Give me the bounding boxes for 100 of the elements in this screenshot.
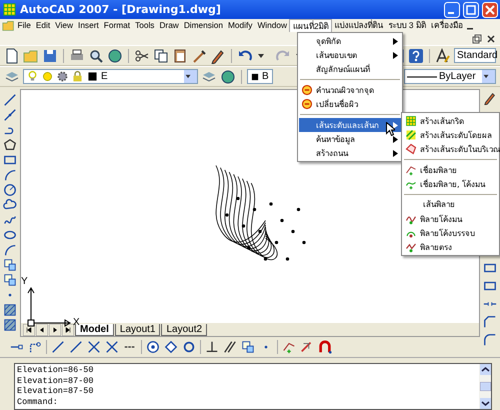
app-icon <box>2 2 17 17</box>
perpendicular-snap-icon[interactable] <box>205 340 219 354</box>
menu-item[interactable]: Draw <box>156 19 182 32</box>
menu-item[interactable]: Format <box>101 19 133 32</box>
sun-icon <box>41 70 54 83</box>
menu-item[interactable]: View <box>52 19 76 32</box>
linetype-dropdown[interactable]: ByLayer <box>404 69 496 84</box>
layout-tab[interactable]: Layout2 <box>161 324 208 336</box>
arc-icon[interactable] <box>3 168 17 182</box>
magnet-snap-icon[interactable] <box>318 340 332 354</box>
color-swatch-icon <box>86 70 99 83</box>
text-style-dropdown[interactable]: Standard <box>454 48 496 63</box>
menu-item[interactable]: Modify <box>226 19 255 32</box>
mouse-pointer-icon <box>386 122 395 136</box>
command-line: Elevation=87-50 <box>17 386 95 396</box>
copy-icon[interactable] <box>153 48 169 64</box>
endpoint-snap-icon[interactable] <box>51 340 65 354</box>
parallel-snap-icon[interactable] <box>223 340 237 354</box>
scroll-up-icon[interactable] <box>480 364 490 375</box>
menu-item[interactable]: เชื่อมพิลาย, โค้งมน <box>403 177 498 191</box>
snap-from-snap-icon[interactable] <box>28 340 42 354</box>
menu-item[interactable]: จุดพิกัด <box>299 34 401 48</box>
menu-item[interactable]: สัญลักษณ์แผนที่ <box>299 62 401 76</box>
lock-icon <box>71 70 84 83</box>
menu-item[interactable]: พิลายโค้งบรรจบ <box>403 226 498 240</box>
fillet-icon[interactable] <box>483 333 497 347</box>
menu-item[interactable]: ระบบ 3 มิติ <box>386 19 428 32</box>
chamfer-icon[interactable] <box>483 315 497 329</box>
command-line: Elevation=86-50 <box>17 365 95 376</box>
menu-item[interactable]: สร้างเส้นระดับในบริเวณ <box>403 142 498 156</box>
close-icon[interactable] <box>486 34 496 44</box>
box-icon[interactable] <box>483 279 497 293</box>
pen-icon[interactable] <box>210 48 226 64</box>
circle-icon[interactable] <box>3 183 17 197</box>
color-dropdown[interactable]: B <box>247 69 273 84</box>
layout-tab[interactable]: Model <box>75 324 114 336</box>
box-icon[interactable] <box>483 261 497 275</box>
publish-icon[interactable] <box>107 48 123 64</box>
menu-item[interactable]: พิลายโค้งมน <box>403 212 498 226</box>
polygon-icon[interactable] <box>3 138 17 152</box>
midpoint-snap-icon[interactable] <box>69 340 83 354</box>
layout-tab[interactable]: Layout1 <box>114 324 160 336</box>
undo-icon[interactable] <box>237 48 253 64</box>
ellipse-arc-icon[interactable] <box>3 243 17 257</box>
line-icon[interactable] <box>3 93 17 107</box>
restore-icon[interactable] <box>472 34 482 44</box>
menu-item[interactable]: Dimension <box>181 19 226 32</box>
new-file-icon[interactable] <box>4 48 20 64</box>
menu-item[interactable]: เครื่องมือ <box>428 19 466 32</box>
last-tab-button[interactable] <box>62 324 74 336</box>
minimize-button[interactable] <box>444 2 460 18</box>
menu-item[interactable]: คำนวณผิวจากจุด <box>299 83 401 97</box>
layer-state-icon[interactable] <box>220 68 236 84</box>
text-style-icon[interactable] <box>435 48 451 64</box>
cut-icon[interactable] <box>134 48 150 64</box>
nearest-snap-icon[interactable] <box>282 340 296 354</box>
menu-item[interactable]: เชื่อมพิลาย <box>403 163 498 177</box>
make-block-icon[interactable] <box>3 273 17 287</box>
menu-item[interactable]: ค้นหาข้อมูล <box>299 132 401 146</box>
menu-item[interactable]: Tools <box>132 19 157 32</box>
tangent-snap-icon[interactable] <box>182 340 196 354</box>
insert-block-icon[interactable] <box>3 258 17 272</box>
menu-item[interactable]: Edit <box>33 19 53 32</box>
quadrant-snap-icon[interactable] <box>164 340 178 354</box>
paste-icon[interactable] <box>172 48 188 64</box>
maximize-button[interactable] <box>463 2 479 18</box>
print-preview-icon[interactable] <box>88 48 104 64</box>
layer-dropdown[interactable]: E <box>23 69 198 84</box>
ellipse-icon[interactable] <box>3 228 17 242</box>
menu-item[interactable]: Window <box>254 19 290 32</box>
help-icon[interactable] <box>408 48 424 64</box>
menu-item[interactable]: แผนที่2มิติ <box>289 19 332 32</box>
menu-item[interactable]: เส้นขอบเขต <box>299 48 401 62</box>
center-snap-icon[interactable] <box>146 340 160 354</box>
rectangle-icon[interactable] <box>3 153 17 167</box>
insert-snap-icon[interactable] <box>241 340 255 354</box>
menu-item[interactable]: สร้างเส้นกริด <box>403 114 498 128</box>
scroll-thumb-icon[interactable] <box>480 382 490 391</box>
intersection-snap-icon[interactable] <box>87 340 101 354</box>
menu-item[interactable]: Insert <box>76 19 102 32</box>
hatch-icon[interactable] <box>3 303 17 317</box>
next-tab-button[interactable] <box>49 324 61 336</box>
menu-item[interactable]: พิลายตรง <box>403 240 498 254</box>
scroll-down-icon[interactable] <box>480 398 490 409</box>
menu-item[interactable]: แบ่งแปลงที่ดิน <box>332 19 386 32</box>
menu-item[interactable]: เปลี่ยนชื่อผิว <box>299 97 401 111</box>
save-icon[interactable] <box>42 48 58 64</box>
apparent-intersection-snap-icon[interactable] <box>105 340 119 354</box>
close-button[interactable] <box>482 2 498 18</box>
cloud-icon[interactable] <box>3 198 17 212</box>
previous-tab-button[interactable] <box>36 324 48 336</box>
command-line: Elevation=87-00 <box>17 376 95 386</box>
menu-item[interactable]: สร้างถนน <box>299 146 401 160</box>
pencil-icon[interactable] <box>483 91 497 105</box>
brush-icon[interactable] <box>191 48 207 64</box>
no-snap-snap-icon[interactable] <box>300 340 314 354</box>
construction-line-icon[interactable] <box>3 108 17 122</box>
menu-item[interactable]: สร้างเส้นระดับโดยผล <box>403 128 498 142</box>
gradient-icon[interactable] <box>3 318 17 332</box>
menu-item[interactable]: File <box>15 19 34 32</box>
